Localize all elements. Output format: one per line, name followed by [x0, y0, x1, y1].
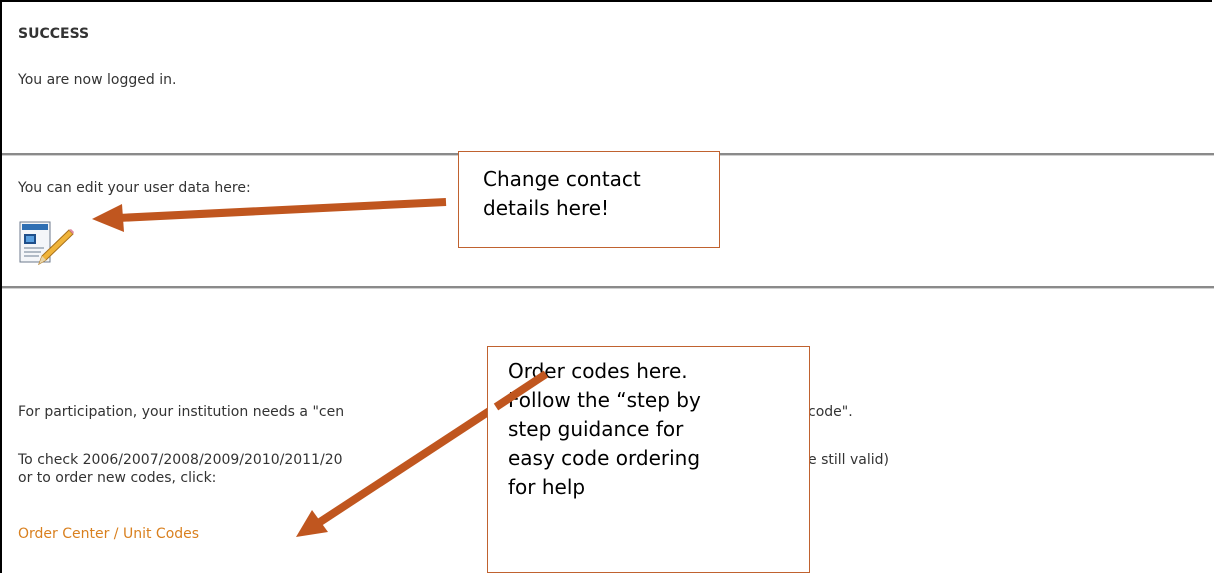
callout-contact-line: Change contact	[483, 167, 641, 191]
callout-order-codes: Order codes here. Follow the “step by st…	[487, 346, 810, 573]
callout-contact-details: Change contact details here!	[458, 151, 720, 248]
check-codes-text-end: e still valid)	[808, 452, 889, 468]
callout-order-line: for help	[508, 475, 586, 499]
user-data-prompt: You can edit your user data here:	[18, 180, 251, 196]
order-center-link[interactable]: Order Center / Unit Codes	[18, 526, 199, 543]
callout-order-line: Order codes here.	[508, 359, 688, 383]
participation-text-end: code".	[808, 404, 853, 420]
callout-order-line: Follow the “step by	[508, 388, 701, 412]
check-codes-text-start: To check 2006/2007/2008/2009/2010/2011/2…	[18, 452, 343, 468]
login-message: You are now logged in.	[18, 72, 177, 88]
participation-text-start: For participation, your institution need…	[18, 404, 345, 420]
edit-user-data-icon[interactable]	[19, 220, 75, 269]
status-heading: SUCCESS	[18, 26, 90, 42]
callout-order-line: step guidance for	[508, 417, 684, 441]
callout-contact-line: details here!	[483, 196, 610, 220]
check-codes-text-line2: or to order new codes, click:	[18, 470, 217, 486]
divider-bottom	[2, 286, 1214, 289]
callout-order-line: easy code ordering	[508, 446, 701, 470]
